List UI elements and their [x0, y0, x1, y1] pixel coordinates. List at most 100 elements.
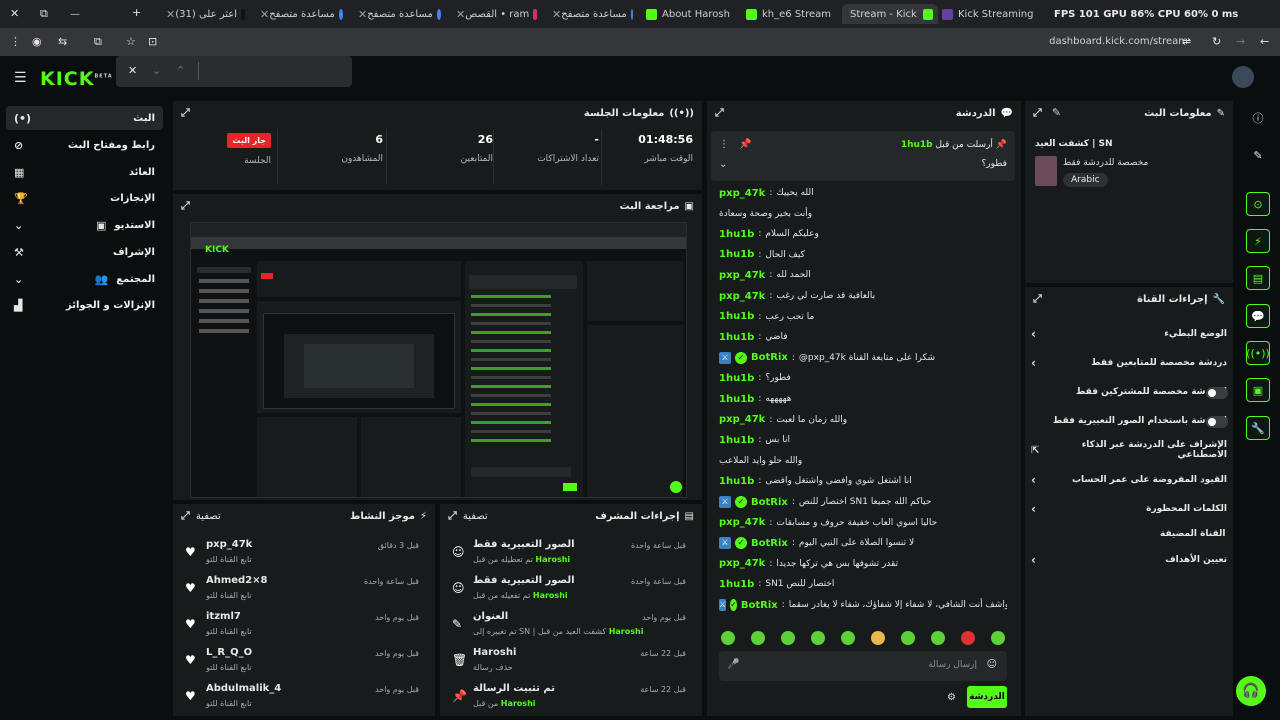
layout-icon[interactable]: ▣	[1246, 378, 1270, 402]
sidebar-item-studio[interactable]: ⌄ ▣ الاستديو	[6, 213, 163, 237]
sidebar-item-drops[interactable]: ▟ الإنزالات و الجوائز	[6, 293, 163, 317]
activity-user[interactable]: L_R_Q_O	[206, 647, 252, 658]
tab-1[interactable]: ✕ (31) اعثر على	[160, 4, 250, 24]
sidebar-item-stream-key[interactable]: ⊘ رابط ومفتاح البث	[6, 133, 163, 157]
chevron-up-icon[interactable]: ⌃	[176, 64, 185, 77]
expand-icon[interactable]: ⤢	[715, 106, 724, 120]
activity-user[interactable]: itzml7	[206, 611, 241, 622]
chat-username[interactable]: 1hu1b	[719, 373, 754, 384]
share-icon[interactable]: ⧉	[94, 35, 102, 49]
channel-action-subs-only[interactable]: الدردشة مخصصة للمشتركين فقط	[1031, 380, 1227, 404]
microphone-icon[interactable]: 🎤	[727, 659, 739, 670]
tab-0[interactable]: —	[70, 4, 98, 24]
emote-icon[interactable]	[901, 631, 915, 645]
list-icon[interactable]: ▤	[1246, 266, 1270, 290]
close-icon[interactable]: ✕	[260, 8, 269, 21]
chat-username[interactable]: BotRix	[751, 352, 788, 363]
sidebar-item-achievements[interactable]: 🏆 الإنجازات	[6, 186, 163, 210]
modaction-title[interactable]: Haroshi	[473, 647, 516, 658]
emote-icon[interactable]	[991, 631, 1005, 645]
bolt-icon[interactable]: ⚡	[1246, 229, 1270, 253]
chat-username[interactable]: 1hu1b	[719, 579, 754, 590]
preview-icon[interactable]: ⊙	[1246, 192, 1270, 216]
sidebar-item-community[interactable]: ⌄ 👥 المجتمع	[6, 267, 163, 291]
emote-icon[interactable]	[871, 631, 885, 645]
tab-7[interactable]: kh_e6 Stream	[746, 4, 840, 24]
emotes-only-toggle[interactable]	[1206, 416, 1228, 428]
extension-icon[interactable]: ◉	[32, 35, 42, 48]
expand-icon[interactable]: ⤢	[181, 106, 190, 120]
modaction-user[interactable]: Haroshi	[535, 555, 570, 564]
close-icon[interactable]: ✕	[552, 8, 561, 21]
chat-username[interactable]: 1hu1b	[719, 435, 754, 446]
chat-username[interactable]: 1hu1b	[719, 476, 754, 487]
subs-only-toggle[interactable]	[1206, 387, 1228, 399]
expand-icon[interactable]: ⤢	[448, 509, 457, 523]
reload-icon[interactable]: ↻	[1212, 35, 1221, 48]
tab-4[interactable]: ✕ القصص • ram	[450, 4, 542, 24]
activity-user[interactable]: pxp_47k	[206, 539, 252, 550]
close-icon[interactable]: ✕	[358, 8, 367, 21]
close-icon[interactable]: ✕	[128, 64, 137, 77]
expand-icon[interactable]: ⤢	[1033, 292, 1042, 306]
broadcast-icon[interactable]: ((•))	[1246, 341, 1270, 365]
modaction-user[interactable]: Haroshi	[609, 627, 644, 636]
chat-username[interactable]: 1hu1b	[719, 249, 754, 260]
chat-username[interactable]: pxp_47k	[719, 517, 765, 528]
edit-icon[interactable]: ✎	[1052, 106, 1061, 120]
chat-username[interactable]: pxp_47k	[719, 414, 765, 425]
sidebar-item-moderation[interactable]: ⚒ الإشراف	[6, 240, 163, 264]
expand-icon[interactable]: ⤢	[181, 509, 190, 523]
expand-icon[interactable]: ⤢	[1033, 106, 1042, 120]
tab-9[interactable]: Kick Streaming	[942, 4, 1034, 24]
channel-action-goals[interactable]: تعيين الأهداف ›	[1031, 548, 1227, 572]
pinned-message[interactable]: ⋮ 📌 1hu1b أرسلت من قبل 📌 فطور؟ ⌄	[711, 131, 1015, 181]
gear-icon[interactable]: ⚙	[947, 692, 956, 703]
emoji-icon[interactable]: ☺	[987, 659, 997, 670]
close-icon[interactable]: ✕	[456, 8, 465, 21]
channel-action-banned-words[interactable]: الكلمات المحظورة ›	[1031, 497, 1227, 521]
channel-action-slow-mode[interactable]: الوضع البطيء ›	[1031, 322, 1227, 346]
emote-icon[interactable]	[781, 631, 795, 645]
tab-search-icon[interactable]: ⧉	[40, 7, 48, 21]
help-headset-icon[interactable]: 🎧	[1236, 676, 1266, 706]
url-text[interactable]: dashboard.kick.com/stream	[1049, 36, 1188, 47]
channel-action-ai-moderation[interactable]: الإشراف على الدردشة عبر الذكاء الاصطناعي…	[1031, 438, 1227, 462]
chat-username[interactable]: BotRix	[741, 600, 778, 611]
chat-username[interactable]: 1hu1b	[719, 394, 754, 405]
sidebar-item-revenue[interactable]: ▦ العائد	[6, 160, 163, 184]
hamburger-menu-icon[interactable]: ☰	[14, 70, 27, 86]
wrench-icon[interactable]: 🔧	[1246, 416, 1270, 440]
filter-button[interactable]: تصفية	[196, 511, 221, 522]
tab-2[interactable]: ✕ مساعدة متصفح	[254, 4, 348, 24]
edit-icon[interactable]: ✎	[1246, 143, 1270, 167]
tab-5[interactable]: ✕ مساعدة متصفح	[546, 4, 638, 24]
channel-action-followers-only[interactable]: دردشة مخصصة للمتابعين فقط ›	[1031, 351, 1227, 375]
avatar[interactable]	[1232, 66, 1254, 88]
close-icon[interactable]: ✕	[166, 8, 175, 21]
emote-icon[interactable]	[931, 631, 945, 645]
activity-user[interactable]: Ahmed2×8	[206, 575, 268, 586]
screenshot-icon[interactable]: ⊡	[148, 35, 157, 48]
chat-username[interactable]: pxp_47k	[719, 558, 765, 569]
back-icon[interactable]: ←	[1260, 35, 1269, 48]
chat-input[interactable]: 🎤 إرسال رسالة ☺	[719, 651, 1007, 681]
chat-username[interactable]: pxp_47k	[719, 188, 765, 199]
chat-username[interactable]: pxp_47k	[719, 270, 765, 281]
emote-icon[interactable]	[961, 631, 975, 645]
chat-username[interactable]: pxp_47k	[719, 291, 765, 302]
chat-send-button[interactable]: الدردشة	[967, 686, 1007, 708]
site-settings-icon[interactable]: ⇌	[1182, 35, 1191, 48]
tab-8-active[interactable]: Stream - Kick	[842, 4, 938, 24]
chat-icon[interactable]: 💬	[1246, 304, 1270, 328]
emote-icon[interactable]	[841, 631, 855, 645]
filter-button[interactable]: تصفية	[463, 511, 488, 522]
chevron-down-icon[interactable]: ⌄	[719, 159, 727, 170]
menu-dots-icon[interactable]: ⋮	[719, 139, 729, 150]
tab-3[interactable]: ✕ مساعدة متصفح	[352, 4, 446, 24]
close-window-icon[interactable]: ✕	[10, 7, 19, 20]
info-icon[interactable]: ⓘ	[1246, 106, 1270, 130]
emote-icon[interactable]	[811, 631, 825, 645]
stream-preview-video[interactable]: KICK	[190, 222, 687, 498]
sidebar-item-stream[interactable]: (•) البث	[6, 106, 163, 130]
